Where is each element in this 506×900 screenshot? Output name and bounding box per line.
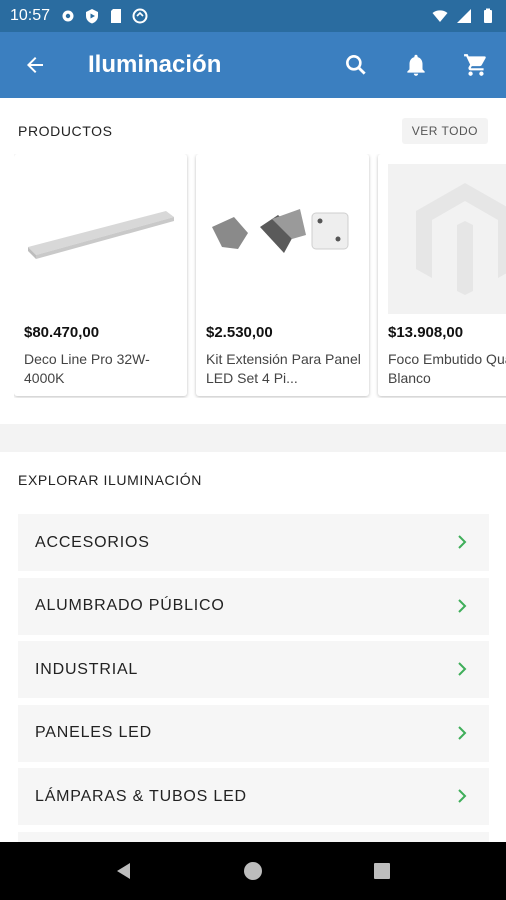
status-icons-right: [432, 8, 496, 24]
products-carousel[interactable]: $80.470,00 Deco Line Pro 32W-4000K $2.53…: [14, 154, 506, 398]
nav-recents-button[interactable]: [358, 847, 406, 895]
category-item-alumbrado-publico[interactable]: ALUMBRADO PÚBLICO: [18, 577, 489, 635]
product-price: $80.470,00: [24, 324, 100, 341]
category-item-industrial[interactable]: INDUSTRIAL: [18, 641, 489, 698]
notifications-button[interactable]: [386, 32, 446, 98]
category-item-accesorios[interactable]: ACCESORIOS: [18, 514, 489, 571]
category-label: LÁMPARAS & TUBOS LED: [35, 787, 247, 805]
chevron-right-icon: [458, 598, 467, 613]
bell-icon: [407, 54, 425, 76]
products-header: PRODUCTOS VER TODO: [18, 118, 488, 144]
category-label: INDUSTRIAL: [35, 660, 139, 678]
product-price: $2.530,00: [206, 324, 273, 341]
search-button[interactable]: [326, 32, 386, 98]
back-button[interactable]: [0, 32, 70, 98]
chevron-right-icon: [458, 535, 467, 549]
status-bar: 10:57: [0, 0, 506, 32]
category-label: ALUMBRADO PÚBLICO: [35, 597, 225, 614]
triangle-back-icon: [117, 863, 131, 879]
magento-placeholder-icon: [415, 183, 506, 295]
square-recents-icon: [373, 863, 390, 879]
signal-icon: [457, 9, 471, 23]
category-label: ACCESORIOS: [35, 533, 150, 551]
see-all-button[interactable]: VER TODO: [401, 118, 488, 144]
data-saver-icon: [132, 8, 148, 24]
page-title: Iluminación: [88, 51, 222, 78]
section-divider: [0, 424, 506, 452]
search-icon: [346, 55, 366, 75]
product-card[interactable]: $13.908,00 Foco Embutido Quale-RB Blanco: [378, 154, 506, 396]
chevron-right-icon: [458, 662, 467, 676]
nav-home-button[interactable]: [229, 847, 277, 895]
arrow-back-icon: [27, 57, 43, 73]
explore-title: EXPLORAR ILUMINACIÓN: [18, 472, 202, 488]
status-icons-left: [60, 8, 148, 24]
cart-button[interactable]: [446, 32, 506, 98]
category-list: ACCESORIOS ALUMBRADO PÚBLICO INDUSTRIAL …: [18, 514, 489, 895]
cart-icon: [464, 54, 486, 76]
product-card[interactable]: $80.470,00 Deco Line Pro 32W-4000K: [14, 154, 187, 396]
circle-home-icon: [243, 862, 262, 880]
product-name: Kit Extensión Para Panel LED Set 4 Pi...: [206, 351, 361, 386]
wifi-icon: [432, 10, 448, 22]
category-item-paneles-led[interactable]: PANELES LED: [18, 704, 489, 762]
nav-back-button[interactable]: [100, 847, 148, 895]
product-price: $13.908,00: [388, 324, 464, 341]
chevron-right-icon: [458, 789, 467, 803]
app-bar: Iluminación: [0, 32, 506, 98]
status-time: 10:57: [10, 7, 51, 24]
play-protect-icon: [86, 9, 99, 24]
settings-icon: [62, 10, 74, 22]
product-image-placeholder: [388, 164, 506, 314]
category-label: PANELES LED: [35, 724, 152, 741]
product-image: [24, 164, 177, 314]
battery-icon: [484, 8, 492, 23]
sd-card-icon: [111, 9, 122, 23]
chevron-right-icon: [458, 725, 467, 740]
product-name: Foco Embutido Quale-RB Blanco: [388, 351, 506, 386]
products-title: PRODUCTOS: [18, 123, 113, 139]
system-nav-bar: [0, 842, 506, 900]
product-card[interactable]: $2.530,00 Kit Extensión Para Panel LED S…: [196, 154, 369, 396]
product-name: Deco Line Pro 32W-4000K: [24, 351, 150, 386]
product-image: [206, 164, 359, 314]
category-item-lamparas-tubos-led[interactable]: LÁMPARAS & TUBOS LED: [18, 768, 489, 825]
